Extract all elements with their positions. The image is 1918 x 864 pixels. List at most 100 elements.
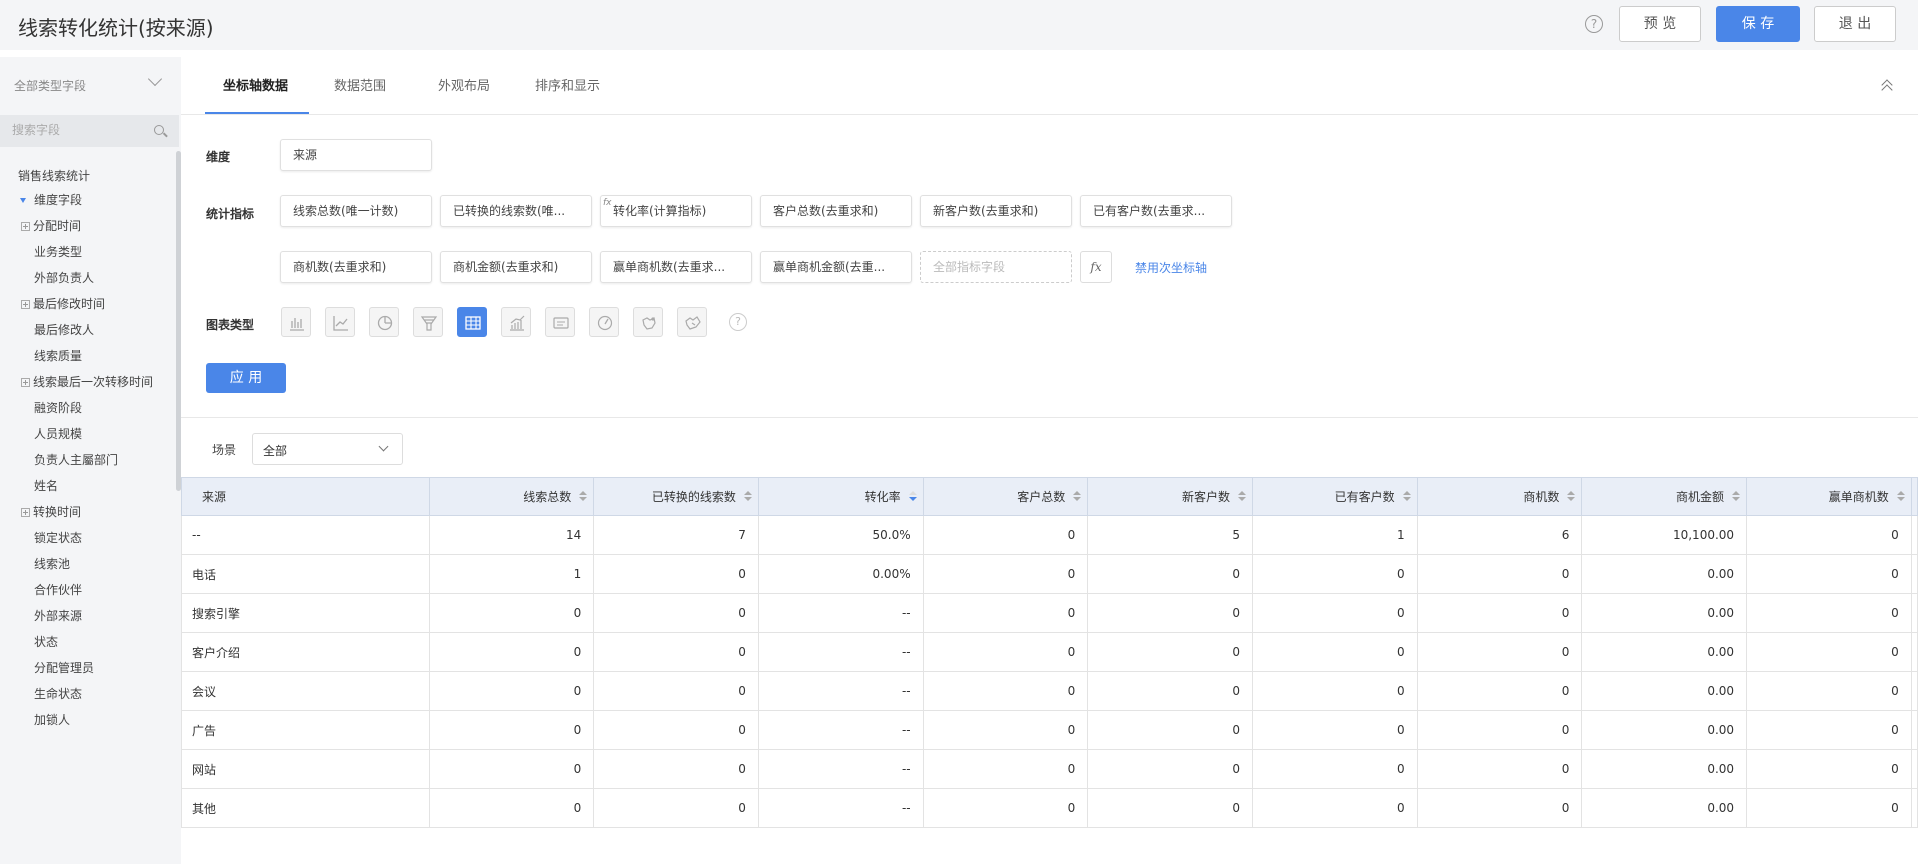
table-row[interactable]: -- 14 7 50.0% 0 5 1 6 10,100.00 0 [181,515,1918,555]
metric-field[interactable]: 已有客户数(去重求... [1080,195,1232,227]
tree-item-external-source[interactable]: 外部来源 [34,607,82,624]
field-search-input[interactable] [12,123,142,137]
metric-field[interactable]: 商机金额(去重求和) [440,251,592,283]
line-chart-icon[interactable] [325,307,355,337]
tree-item-lead-quality[interactable]: 线索质量 [34,347,82,364]
table-row[interactable]: 其他 0 0 -- 0 0 0 0 0.00 0 [181,788,1918,828]
map-chart-icon[interactable] [633,307,663,337]
table-row[interactable]: 搜索引擎 0 0 -- 0 0 0 0 0.00 0 [181,593,1918,633]
column-header[interactable]: 转化率 [757,477,924,516]
apply-button[interactable]: 应 用 [206,363,286,393]
tree-item-staff-size[interactable]: 人员规模 [34,425,82,442]
tree-item-funding-stage[interactable]: 融资阶段 [34,399,82,416]
tree-item-owner-department[interactable]: 负责人主屬部门 [34,451,118,468]
disable-secondary-axis-link[interactable]: 禁用次坐标轴 [1135,259,1207,276]
tree-item-assign-time[interactable]: 分配时间 [21,217,81,234]
collapse-up-icon[interactable] [1881,79,1893,91]
table-cell: 0 [593,632,759,672]
metric-field[interactable]: 新客户数(去重求和) [920,195,1072,227]
tab-sort-display[interactable]: 排序和显示 [535,75,600,94]
tree-item-dimension-fields[interactable]: 维度字段 [20,191,82,208]
column-header[interactable]: 商机数 [1416,477,1583,516]
metric-drop-zone[interactable]: 全部指标字段 [920,251,1072,283]
expand-plus-icon[interactable] [21,508,30,517]
table-chart-icon[interactable] [457,307,487,337]
tree-item-status[interactable]: 状态 [34,633,58,650]
metric-field[interactable]: 客户总数(去重求和) [760,195,912,227]
table-row[interactable]: 网站 0 0 -- 0 0 0 0 0.00 0 [181,749,1918,789]
column-header[interactable]: 商机金额 [1581,477,1748,516]
dimension-field[interactable]: 来源 [280,139,432,171]
table-row[interactable]: 广告 0 0 -- 0 0 0 0 0.00 0 [181,710,1918,750]
table-cell: 0 [428,788,595,828]
tree-item-locked-by[interactable]: 加锁人 [34,711,70,728]
table-cell: 5 [1087,515,1253,555]
column-header-source[interactable]: 来源 [181,477,430,516]
tree-item-assign-admin[interactable]: 分配管理员 [34,659,94,676]
combo-chart-icon[interactable] [501,307,531,337]
pie-chart-icon[interactable] [369,307,399,337]
scene-select[interactable]: 全部 [252,433,403,465]
table-cell: 0 [1087,671,1253,711]
metric-field[interactable]: 已转换的线索数(唯... [440,195,592,227]
sort-icon[interactable] [1732,491,1741,503]
tree-item-life-status[interactable]: 生命状态 [34,685,82,702]
chart-type-help-icon[interactable]: ? [729,313,747,331]
column-header[interactable]: 赢单商机数 [1746,477,1912,516]
metric-field[interactable]: 商机数(去重求和) [280,251,432,283]
table-cell: 0.00 [1581,632,1748,672]
world-map-chart-icon[interactable] [677,307,707,337]
metric-field[interactable]: 线索总数(唯一计数) [280,195,432,227]
sort-icon[interactable] [1073,491,1082,503]
sort-icon[interactable] [579,491,588,503]
tree-item-partner[interactable]: 合作伙伴 [34,581,82,598]
metric-field[interactable]: 赢单商机金额(去重... [760,251,912,283]
metric-field[interactable]: 赢单商机数(去重求... [600,251,752,283]
column-header[interactable]: 新客户数 [1087,477,1253,516]
tab-appearance[interactable]: 外观布局 [438,75,490,94]
column-header[interactable]: 客户总数 [922,477,1089,516]
tree-item-lead-pool[interactable]: 线索池 [34,555,70,572]
tree-item-last-transfer-time[interactable]: 线索最后一次转移时间 [21,373,153,390]
metric-field-calculated[interactable]: fx 转化率(计算指标) [600,195,752,227]
tab-axis-data[interactable]: 坐标轴数据 [223,75,288,94]
gauge-chart-icon[interactable] [589,307,619,337]
sort-icon[interactable] [1402,491,1411,503]
funnel-chart-icon[interactable] [413,307,443,337]
expand-plus-icon[interactable] [21,378,30,387]
tree-item-name[interactable]: 姓名 [34,477,58,494]
sort-icon[interactable] [1567,491,1576,503]
tab-data-range[interactable]: 数据范围 [334,75,386,94]
bar-chart-icon[interactable] [281,307,311,337]
tree-item-external-owner[interactable]: 外部负责人 [34,269,94,286]
sort-icon[interactable] [743,491,752,503]
tree-item-lock-status[interactable]: 锁定状态 [34,529,82,546]
expand-plus-icon[interactable] [21,300,30,309]
column-header[interactable]: 线索总数 [428,477,595,516]
exit-button[interactable]: 退 出 [1814,6,1896,42]
sort-desc-icon[interactable] [908,491,917,503]
field-type-select[interactable]: 全部类型字段 [0,57,181,113]
tree-item-last-modified-time[interactable]: 最后修改时间 [21,295,105,312]
tree-item-convert-time[interactable]: 转换时间 [21,503,81,520]
preview-button[interactable]: 预 览 [1619,6,1701,42]
table-row[interactable]: 会议 0 0 -- 0 0 0 0 0.00 0 [181,671,1918,711]
table-row[interactable]: 电话 1 0 0.00% 0 0 0 0 0.00 0 [181,554,1918,594]
card-chart-icon[interactable] [545,307,575,337]
table-cell: 0 [1416,593,1583,633]
fx-formula-button[interactable]: fx [1080,251,1112,283]
table-cell: 0.00 [1581,554,1748,594]
tree-item-sales-lead-stats[interactable]: 销售线索统计 [18,167,90,184]
tree-item-last-modified-by[interactable]: 最后修改人 [34,321,94,338]
sort-icon[interactable] [1237,491,1246,503]
expand-plus-icon[interactable] [21,222,30,231]
table-row[interactable]: 客户介绍 0 0 -- 0 0 0 0 0.00 0 [181,632,1918,672]
caret-down-icon [20,198,26,203]
save-button[interactable]: 保 存 [1716,6,1800,42]
search-icon[interactable] [154,125,164,135]
column-header[interactable]: 已转换的线索数 [593,477,759,516]
tree-item-business-type[interactable]: 业务类型 [34,243,82,260]
help-icon[interactable]: ? [1585,15,1603,33]
column-header[interactable]: 已有客户数 [1251,477,1418,516]
sort-icon[interactable] [1896,491,1905,503]
